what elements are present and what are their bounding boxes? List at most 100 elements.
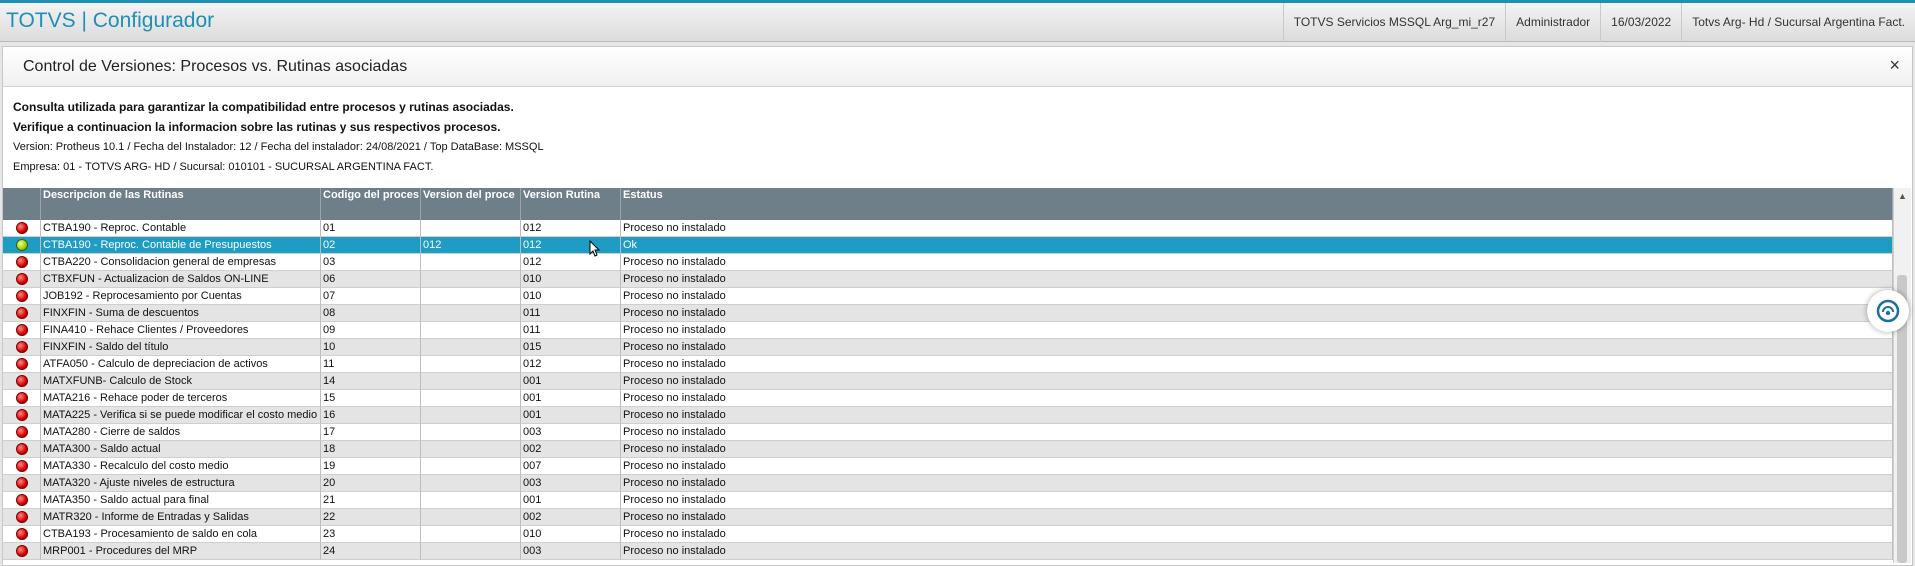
process-version-cell[interactable] <box>421 424 521 441</box>
estatus-cell[interactable]: Proceso no instalado <box>621 373 1893 390</box>
col-header-process-code[interactable]: Codigo del proces <box>321 188 421 220</box>
description-cell[interactable]: FINXFIN - Suma de descuentos <box>41 305 321 322</box>
process-code-cell[interactable]: 11 <box>321 356 421 373</box>
routine-version-cell[interactable]: 002 <box>521 441 621 458</box>
status-cell[interactable] <box>3 322 41 339</box>
process-version-cell[interactable] <box>421 373 521 390</box>
process-version-cell[interactable] <box>421 526 521 543</box>
table-row[interactable]: MATR320 - Informe de Entradas y Salidas 2… <box>3 509 1893 526</box>
process-version-cell[interactable] <box>421 305 521 322</box>
table-row[interactable]: MATA216 - Rehace poder de terceros 15 001 P… <box>3 390 1893 407</box>
process-code-cell[interactable]: 17 <box>321 424 421 441</box>
status-cell[interactable] <box>3 305 41 322</box>
process-version-cell[interactable] <box>421 254 521 271</box>
description-cell[interactable]: MATA280 - Cierre de saldos <box>41 424 321 441</box>
status-cell[interactable] <box>3 288 41 305</box>
estatus-cell[interactable]: Proceso no instalado <box>621 339 1893 356</box>
status-cell[interactable] <box>3 492 41 509</box>
status-cell[interactable] <box>3 509 41 526</box>
table-row[interactable]: MATA320 - Ajuste niveles de estructura 20… <box>3 475 1893 492</box>
process-version-cell[interactable] <box>421 509 521 526</box>
table-row[interactable]: MATA350 - Saldo actual para final 21 001 Pr… <box>3 492 1893 509</box>
status-cell[interactable] <box>3 237 41 254</box>
table-row[interactable]: JOB192 - Reprocesamiento por Cuentas 07 01… <box>3 288 1893 305</box>
status-cell[interactable] <box>3 220 41 237</box>
estatus-cell[interactable]: Proceso no instalado <box>621 288 1893 305</box>
status-cell[interactable] <box>3 407 41 424</box>
estatus-cell[interactable]: Proceso no instalado <box>621 271 1893 288</box>
description-cell[interactable]: FINXFIN - Saldo del título <box>41 339 321 356</box>
description-cell[interactable]: FINA410 - Rehace Clientes / Proveedores <box>41 322 321 339</box>
process-code-cell[interactable]: 08 <box>321 305 421 322</box>
status-cell[interactable] <box>3 526 41 543</box>
description-cell[interactable]: MATA300 - Saldo actual <box>41 441 321 458</box>
estatus-cell[interactable]: Proceso no instalado <box>621 492 1893 509</box>
status-cell[interactable] <box>3 339 41 356</box>
status-cell[interactable] <box>3 543 41 560</box>
col-header-routine-version[interactable]: Version Rutina <box>521 188 621 220</box>
routine-version-cell[interactable]: 001 <box>521 407 621 424</box>
estatus-cell[interactable]: Proceso no instalado <box>621 509 1893 526</box>
process-version-cell[interactable] <box>421 322 521 339</box>
col-header-estatus[interactable]: Estatus <box>621 188 1893 220</box>
routine-version-cell[interactable]: 011 <box>521 305 621 322</box>
table-row[interactable]: CTBA190 - Reproc. Contable de Presupuest… <box>3 237 1893 254</box>
description-cell[interactable]: JOB192 - Reprocesamiento por Cuentas <box>41 288 321 305</box>
estatus-cell[interactable]: Proceso no instalado <box>621 543 1893 560</box>
table-row[interactable]: CTBA220 - Consolidacion general de empre… <box>3 254 1893 271</box>
status-cell[interactable] <box>3 356 41 373</box>
table-row[interactable]: MATXFUNB- Calculo de Stock 14 001 Proceso n… <box>3 373 1893 390</box>
process-code-cell[interactable]: 24 <box>321 543 421 560</box>
description-cell[interactable]: CTBA190 - Reproc. Contable de Presupuest… <box>41 237 321 254</box>
routine-version-cell[interactable]: 011 <box>521 322 621 339</box>
routine-version-cell[interactable]: 012 <box>521 356 621 373</box>
process-version-cell[interactable] <box>421 288 521 305</box>
description-cell[interactable]: CTBA220 - Consolidacion general de empre… <box>41 254 321 271</box>
table-row[interactable]: MATA330 - Recalculo del costo medio 19 007… <box>3 458 1893 475</box>
close-icon[interactable]: × <box>1889 55 1900 76</box>
routine-version-cell[interactable]: 001 <box>521 492 621 509</box>
process-code-cell[interactable]: 19 <box>321 458 421 475</box>
routine-version-cell[interactable]: 003 <box>521 543 621 560</box>
table-row[interactable]: FINXFIN - Saldo del título 10 015 Proceso n… <box>3 339 1893 356</box>
table-row[interactable]: CTBA190 - Reproc. Contable 01 012 Proceso n… <box>3 220 1893 237</box>
process-version-cell[interactable] <box>421 475 521 492</box>
process-code-cell[interactable]: 20 <box>321 475 421 492</box>
status-cell[interactable] <box>3 271 41 288</box>
table-row[interactable]: CTBXFUN - Actualizacion de Saldos ON-LIN… <box>3 271 1893 288</box>
routine-version-cell[interactable]: 001 <box>521 390 621 407</box>
status-cell[interactable] <box>3 373 41 390</box>
description-cell[interactable]: MATA320 - Ajuste niveles de estructura <box>41 475 321 492</box>
status-cell[interactable] <box>3 458 41 475</box>
process-code-cell[interactable]: 22 <box>321 509 421 526</box>
process-version-cell[interactable] <box>421 407 521 424</box>
routine-version-cell[interactable]: 012 <box>521 254 621 271</box>
estatus-cell[interactable]: Proceso no instalado <box>621 254 1893 271</box>
status-cell[interactable] <box>3 475 41 492</box>
process-code-cell[interactable]: 07 <box>321 288 421 305</box>
routine-version-cell[interactable]: 003 <box>521 424 621 441</box>
description-cell[interactable]: MATR320 - Informe de Entradas y Salidas <box>41 509 321 526</box>
description-cell[interactable]: MATA216 - Rehace poder de terceros <box>41 390 321 407</box>
col-header-process-version[interactable]: Version del proce <box>421 188 521 220</box>
estatus-cell[interactable]: Ok <box>621 237 1893 254</box>
routine-version-cell[interactable]: 007 <box>521 458 621 475</box>
routine-version-cell[interactable]: 010 <box>521 526 621 543</box>
process-version-cell[interactable] <box>421 441 521 458</box>
process-code-cell[interactable]: 03 <box>321 254 421 271</box>
process-code-cell[interactable]: 14 <box>321 373 421 390</box>
status-cell[interactable] <box>3 441 41 458</box>
process-code-cell[interactable]: 16 <box>321 407 421 424</box>
process-code-cell[interactable]: 10 <box>321 339 421 356</box>
table-row[interactable]: MATA225 - Verifica si se puede modificar… <box>3 407 1893 424</box>
process-code-cell[interactable]: 23 <box>321 526 421 543</box>
description-cell[interactable]: CTBA193 - Procesamiento de saldo en cola <box>41 526 321 543</box>
chat-assistant-icon[interactable] <box>1867 290 1909 332</box>
table-row[interactable]: FINXFIN - Suma de descuentos 08 011 Proceso… <box>3 305 1893 322</box>
table-row[interactable]: FINA410 - Rehace Clientes / Proveedores 0… <box>3 322 1893 339</box>
estatus-cell[interactable]: Proceso no instalado <box>621 305 1893 322</box>
routine-version-cell[interactable]: 012 <box>521 220 621 237</box>
estatus-cell[interactable]: Proceso no instalado <box>621 424 1893 441</box>
table-row[interactable]: CTBA193 - Procesamiento de saldo en cola… <box>3 526 1893 543</box>
estatus-cell[interactable]: Proceso no instalado <box>621 390 1893 407</box>
